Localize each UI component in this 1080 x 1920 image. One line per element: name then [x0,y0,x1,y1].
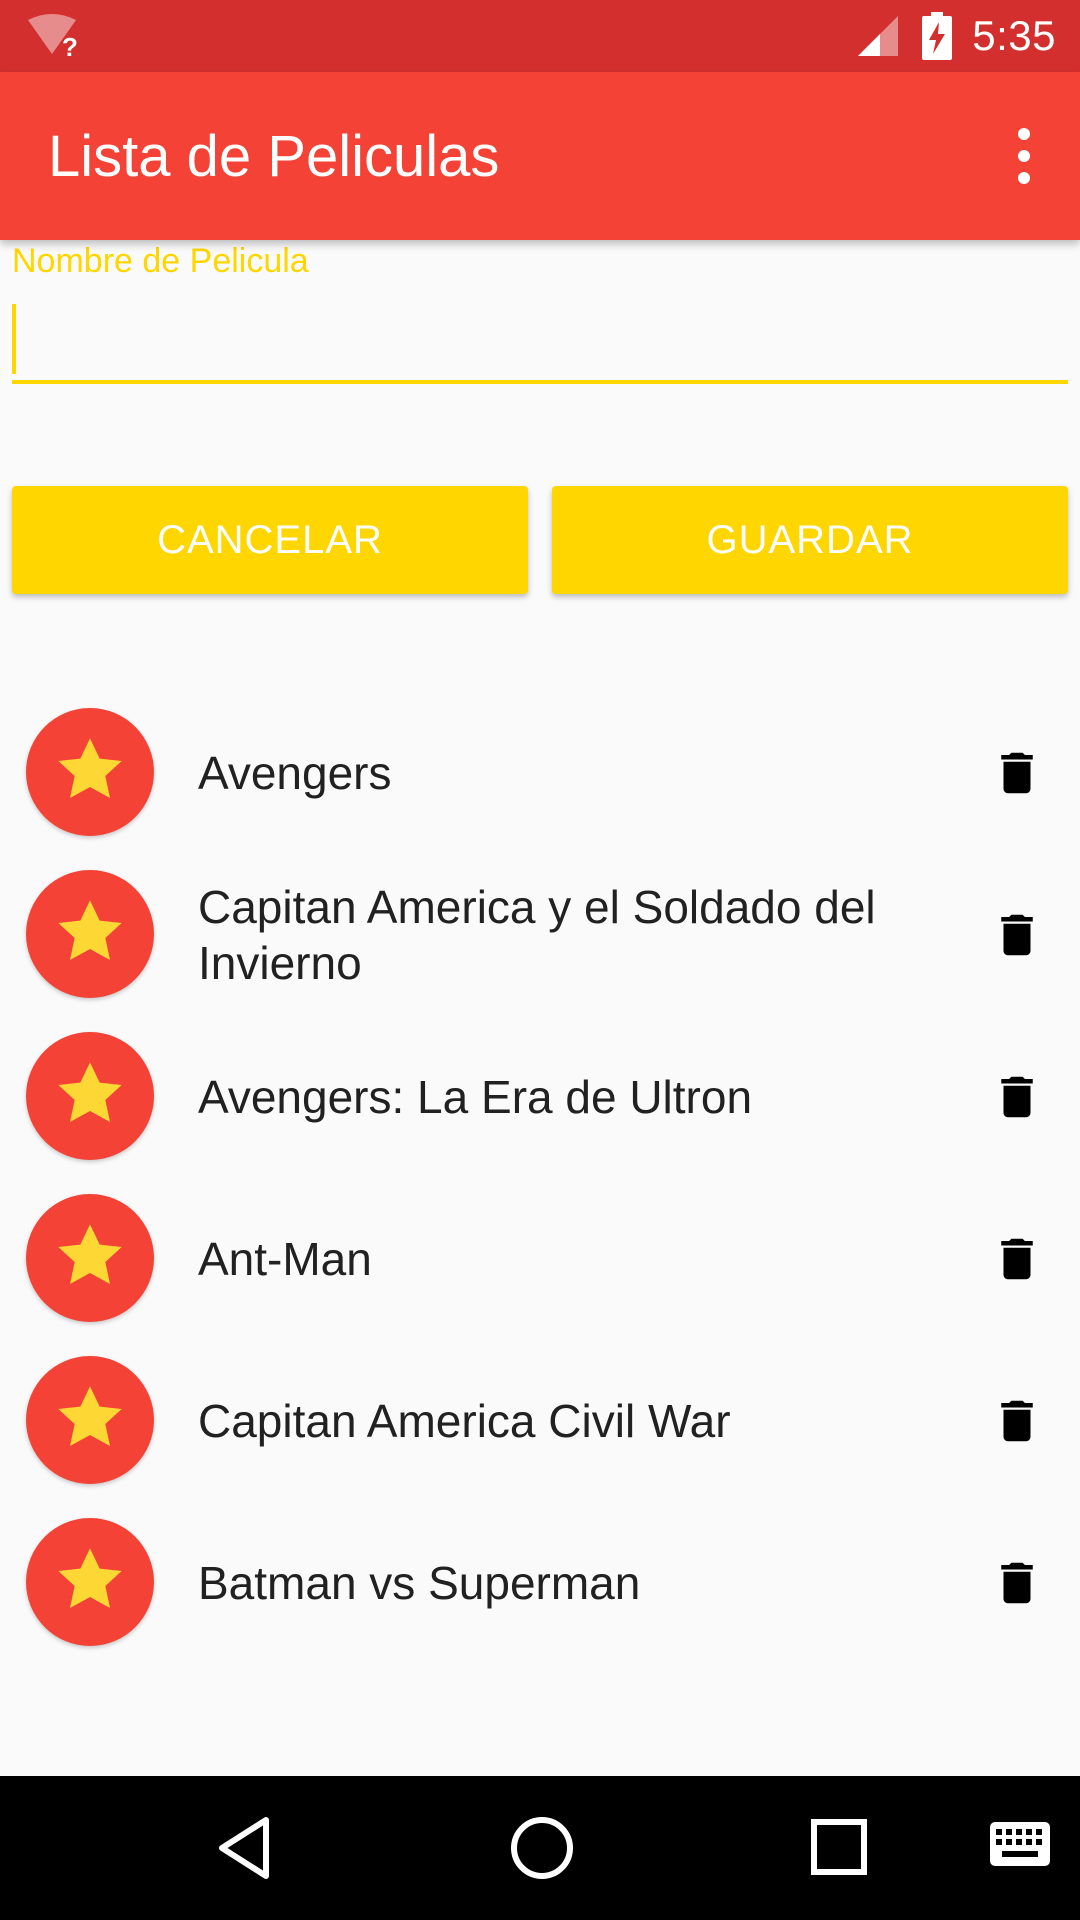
status-bar: ? 5:35 [0,0,1080,72]
list-item[interactable]: Avengers: La Era de Ultron [0,1016,1080,1178]
delete-icon[interactable] [990,1232,1044,1286]
star-icon [58,1062,122,1122]
save-button[interactable]: GUARDAR [552,486,1068,594]
list-item[interactable]: Ant-Man [0,1178,1080,1340]
navigation-bar [0,1776,1080,1920]
back-icon[interactable] [212,1812,276,1884]
movie-title: Capitan America Civil War [198,1395,731,1447]
delete-icon[interactable] [990,1394,1044,1448]
home-icon[interactable] [506,1812,578,1884]
avatar [26,708,154,836]
movie-title: Batman vs Superman [198,1557,641,1609]
wifi-unknown-icon: ? [28,14,78,58]
list-item[interactable]: Capitan America Civil War [0,1340,1080,1502]
movie-name-label: Nombre de Pelicula [12,242,309,280]
status-time: 5:35 [972,12,1056,59]
avatar [26,1356,154,1484]
star-icon [58,738,122,798]
star-icon [58,1548,122,1608]
star-icon [58,1224,122,1284]
menu-dot [1018,128,1030,140]
movie-title: Capitan America y el Soldado del Inviern… [198,881,876,989]
wifi-badge: ? [62,32,78,58]
keyboard-icon[interactable] [988,1820,1052,1870]
avatar [26,1032,154,1160]
app-bar: Lista de Peliculas [0,72,1080,240]
avatar [26,870,154,998]
star-icon [58,1386,122,1446]
movie-title: Avengers: La Era de Ultron [198,1071,753,1123]
app-title: Lista de Peliculas [48,124,500,189]
avatar [26,1194,154,1322]
status-right: 5:35 [856,0,1056,72]
movie-title: Avengers [198,747,392,799]
battery-charging-icon [922,12,953,60]
movie-name-input[interactable] [12,300,1068,384]
menu-dot [1018,150,1030,162]
more-vert-icon[interactable] [992,124,1056,188]
recents-icon[interactable] [806,1812,874,1884]
delete-icon[interactable] [990,1556,1044,1610]
delete-icon[interactable] [990,908,1044,962]
movie-title: Ant-Man [198,1233,372,1285]
star-icon [58,900,122,960]
cell-signal-icon [858,16,899,56]
list-item[interactable]: Batman vs Superman [0,1502,1080,1664]
delete-icon[interactable] [990,746,1044,800]
menu-dot [1018,172,1030,184]
delete-icon[interactable] [990,1070,1044,1124]
list-item[interactable]: Avengers [0,692,1080,854]
text-cursor [12,304,16,374]
screen: ? 5:35 Lista de Peliculas Nombre de Peli… [0,0,1080,1920]
avatar [26,1518,154,1646]
cancel-button[interactable]: CANCELAR [12,486,528,594]
list-item[interactable]: Capitan America y el Soldado del Inviern… [0,854,1080,1016]
